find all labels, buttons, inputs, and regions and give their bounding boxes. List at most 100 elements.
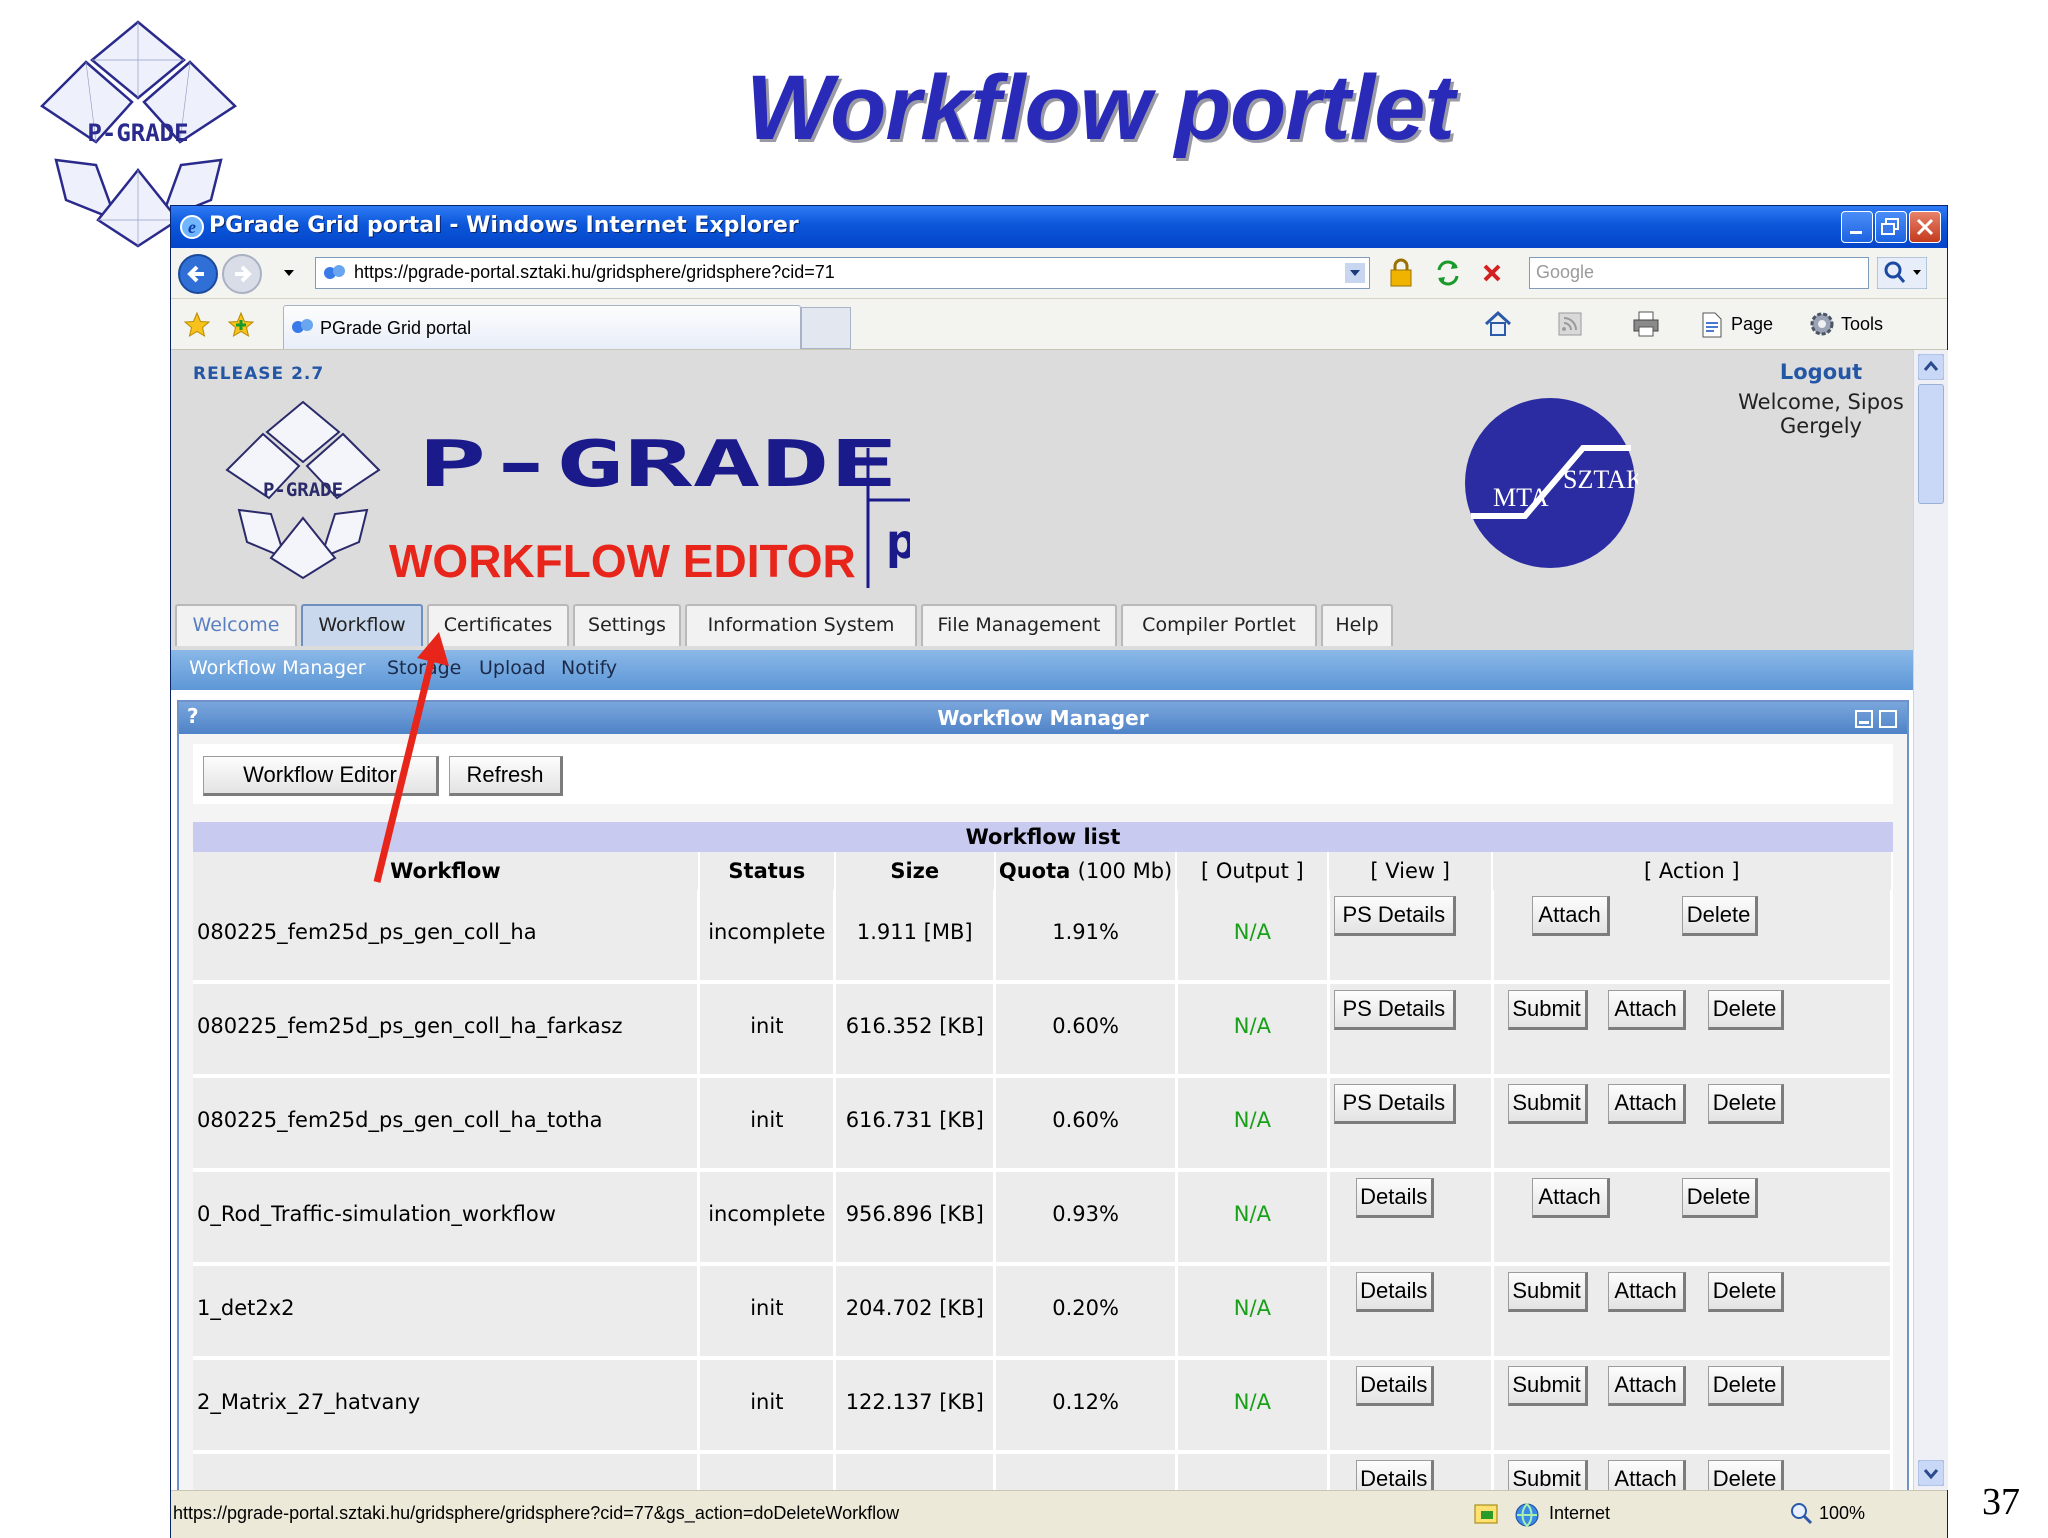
workflow-name-cell: 0_Rod_Traffic-simulation_workflow <box>193 1170 701 1266</box>
minimize-button[interactable] <box>1841 211 1873 243</box>
back-icon[interactable] <box>177 253 219 295</box>
details-button[interactable]: Details <box>1355 1272 1434 1312</box>
workflow-output-cell: N/A <box>1176 982 1330 1078</box>
popup-blocker-icon[interactable] <box>1473 1501 1501 1527</box>
tab-compiler-portlet[interactable]: Compiler Portlet <box>1121 604 1317 646</box>
submit-button[interactable]: Submit <box>1507 990 1588 1030</box>
close-button[interactable] <box>1909 211 1941 243</box>
submit-button[interactable]: Submit <box>1507 1460 1588 1490</box>
ps-details-button[interactable]: PS Details <box>1333 1084 1456 1124</box>
scroll-up-icon[interactable] <box>1918 354 1944 380</box>
workflow-name: 080225_fem25d_ps_gen_coll_ha <box>197 920 537 944</box>
page-menu[interactable]: Page <box>1731 314 1773 335</box>
subnav-workflow-manager[interactable]: Workflow Manager <box>189 657 366 679</box>
workflow-size: 616.352 [KB] <box>845 1014 984 1038</box>
attach-button[interactable]: Attach <box>1531 896 1610 936</box>
window-titlebar[interactable]: e PGrade Grid portal - Windows Internet … <box>171 206 1947 248</box>
details-button[interactable]: Details <box>1355 1460 1434 1490</box>
delete-button[interactable]: Delete <box>1707 1366 1784 1406</box>
attach-button[interactable]: Attach <box>1607 990 1686 1030</box>
tab-favicon-icon <box>292 319 313 333</box>
workflow-quota-cell: 0.20% <box>994 1264 1178 1360</box>
attach-button[interactable]: Attach <box>1607 1460 1686 1490</box>
delete-button[interactable]: Delete <box>1707 1084 1784 1124</box>
logout-link[interactable]: Logout <box>1731 360 1911 384</box>
portlet-minimize-icon[interactable] <box>1855 710 1873 728</box>
delete-button[interactable]: Delete <box>1681 1178 1758 1218</box>
history-dropdown-icon[interactable] <box>281 268 297 278</box>
add-favorite-icon[interactable] <box>227 311 255 339</box>
svg-text:e: e <box>188 217 196 237</box>
address-bar[interactable]: https://pgrade-portal.sztaki.hu/gridsphe… <box>315 257 1370 289</box>
tab-information-system[interactable]: Information System <box>685 604 917 646</box>
col-size: Size <box>834 852 996 890</box>
refresh-button[interactable]: Refresh <box>449 756 563 796</box>
tools-gear-icon[interactable] <box>1807 309 1837 339</box>
workflow-name: 2_Matrix_27_hatvany <box>197 1390 421 1414</box>
scroll-thumb[interactable] <box>1918 384 1944 504</box>
delete-button[interactable]: Delete <box>1707 990 1784 1030</box>
col-status: Status <box>698 852 836 890</box>
search-input[interactable]: Google <box>1529 257 1869 289</box>
search-icon[interactable] <box>1877 257 1927 289</box>
subnav-notify[interactable]: Notify <box>561 657 617 679</box>
browser-tab[interactable]: PGrade Grid portal <box>283 305 801 349</box>
submit-button[interactable]: Submit <box>1507 1366 1588 1406</box>
subnav-upload[interactable]: Upload <box>479 657 546 679</box>
workflow-size: 956.896 [KB] <box>845 1202 984 1226</box>
workflow-status: init <box>750 1390 784 1414</box>
delete-button[interactable]: Delete <box>1707 1460 1784 1490</box>
tab-help[interactable]: Help <box>1321 604 1393 646</box>
attach-button[interactable]: Attach <box>1607 1084 1686 1124</box>
refresh-icon[interactable] <box>1433 258 1463 288</box>
tab-file-management[interactable]: File Management <box>921 604 1117 646</box>
restore-button[interactable] <box>1875 211 1907 243</box>
new-tab-button[interactable] <box>801 307 851 349</box>
tab-welcome[interactable]: Welcome <box>175 604 297 646</box>
forward-icon[interactable] <box>221 253 263 295</box>
tab-settings[interactable]: Settings <box>573 604 681 646</box>
portlet-help-button[interactable]: ? <box>187 704 199 728</box>
portlet-maximize-icon[interactable] <box>1879 710 1897 728</box>
stop-icon[interactable] <box>1477 258 1507 288</box>
attach-button[interactable]: Attach <box>1531 1178 1610 1218</box>
lock-icon[interactable] <box>1387 258 1415 288</box>
print-icon[interactable] <box>1631 309 1661 339</box>
details-button[interactable]: Details <box>1355 1366 1434 1406</box>
workflow-status: incomplete <box>708 1202 826 1226</box>
address-text: https://pgrade-portal.sztaki.hu/gridsphe… <box>354 262 835 282</box>
workflow-size: 204.702 [KB] <box>845 1296 984 1320</box>
details-button[interactable]: Details <box>1355 1178 1434 1218</box>
workflow-output: N/A <box>1233 1014 1271 1038</box>
page-icon[interactable] <box>1699 311 1725 339</box>
vertical-scrollbar[interactable] <box>1913 350 1948 1490</box>
workflow-output: N/A <box>1233 1296 1271 1320</box>
attach-button[interactable]: Attach <box>1607 1272 1686 1312</box>
ps-details-button[interactable]: PS Details <box>1333 896 1456 936</box>
ps-details-button[interactable]: PS Details <box>1333 990 1456 1030</box>
workflow-output: N/A <box>1233 1108 1271 1132</box>
address-dropdown-icon[interactable] <box>1345 263 1365 283</box>
workflow-status-cell: incomplete <box>698 890 837 984</box>
workflow-output-cell: N/A <box>1176 890 1330 984</box>
workflow-name <box>193 1454 697 1484</box>
home-icon[interactable] <box>1483 309 1513 339</box>
attach-button[interactable]: Attach <box>1607 1366 1686 1406</box>
workflow-table: Workflow Status Size Quota (100 Mb) [ Ou… <box>193 852 1894 1490</box>
table-row: 080225_fem25d_ps_gen_coll_ha_farkasz init… <box>193 982 1894 1078</box>
tools-menu[interactable]: Tools <box>1841 314 1883 335</box>
feed-icon[interactable] <box>1557 311 1585 337</box>
release-label: RELEASE 2.7 <box>193 364 325 384</box>
submit-button[interactable]: Submit <box>1507 1084 1588 1124</box>
scroll-down-icon[interactable] <box>1918 1460 1944 1486</box>
zoom-level[interactable]: 100% <box>1819 1503 1865 1524</box>
favorites-star-icon[interactable] <box>183 311 211 339</box>
view-cell: Details <box>1328 1452 1494 1490</box>
sztaki-logo: MTA SZTAKI <box>1465 398 1638 568</box>
window-title: PGrade Grid portal - Windows Internet Ex… <box>209 213 799 238</box>
zoom-icon[interactable] <box>1789 1501 1815 1527</box>
welcome-line-1: Welcome, Sipos <box>1738 390 1904 414</box>
submit-button[interactable]: Submit <box>1507 1272 1588 1312</box>
delete-button[interactable]: Delete <box>1681 896 1758 936</box>
delete-button[interactable]: Delete <box>1707 1272 1784 1312</box>
